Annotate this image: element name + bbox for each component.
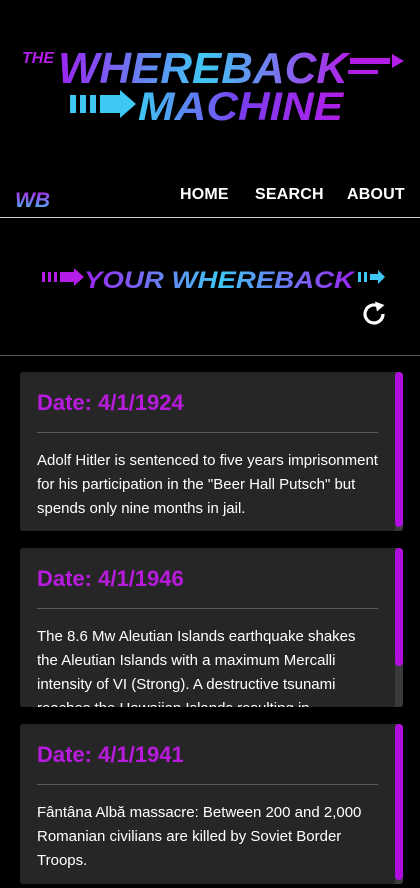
logo-line2: MACHINE <box>138 85 344 129</box>
event-card[interactable]: Date: 4/1/1924 Adolf Hitler is sentenced… <box>20 372 403 531</box>
scrollbar-thumb[interactable] <box>395 372 403 527</box>
event-text: Adolf Hitler is sentenced to five years … <box>37 452 378 517</box>
event-text: Fântâna Albă massacre: Between 200 and 2… <box>37 804 362 869</box>
section-title-text: YOUR WHEREBACK <box>84 267 356 294</box>
event-card[interactable]: Date: 4/1/1941 Fântâna Albă massacre: Be… <box>20 724 403 884</box>
event-card[interactable]: Date: 4/1/1946 The 8.6 Mw Aleutian Islan… <box>20 548 403 707</box>
event-divider <box>37 608 378 609</box>
logo-the: THE <box>22 50 55 67</box>
refresh-icon[interactable] <box>360 300 388 328</box>
event-divider <box>37 432 378 433</box>
event-date: Date: 4/1/1946 <box>37 566 184 591</box>
nav-search[interactable]: SEARCH <box>255 186 324 204</box>
brand-text: WB <box>15 189 50 211</box>
navbar: WB HOME SEARCH ABOUT <box>0 175 420 217</box>
nav-divider <box>0 217 420 218</box>
section-divider <box>0 355 420 356</box>
nav-about[interactable]: ABOUT <box>347 186 405 204</box>
scrollbar-thumb[interactable] <box>395 724 403 880</box>
event-date: Date: 4/1/1941 <box>37 742 184 767</box>
event-text: The 8.6 Mw Aleutian Islands earthquake s… <box>37 628 356 707</box>
event-date: Date: 4/1/1924 <box>37 390 184 415</box>
scrollbar-thumb[interactable] <box>395 548 403 666</box>
section-title: YOUR WHEREBACK <box>42 267 385 294</box>
brand-logo[interactable]: WB <box>14 185 54 211</box>
nav-home[interactable]: HOME <box>180 186 229 204</box>
site-logo: THE WHEREBACK MACHINE <box>0 0 420 175</box>
event-divider <box>37 784 378 785</box>
